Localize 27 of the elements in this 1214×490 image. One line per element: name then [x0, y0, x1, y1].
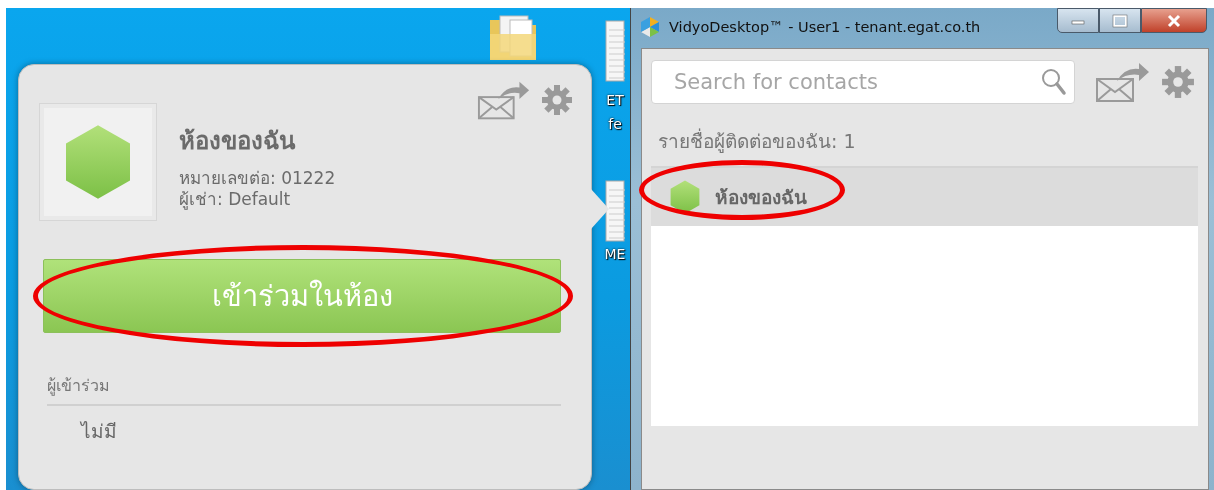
contacts-heading: รายชื่อผู้ติดต่อของฉัน: 1 — [658, 127, 857, 155]
extension-text: หมายเลขต่อ: 01222 — [179, 168, 336, 189]
search-field[interactable]: Search for contacts — [651, 60, 1075, 104]
contact-name: ห้องของฉัน — [715, 185, 807, 210]
document-icon[interactable] — [605, 20, 625, 82]
file-label: ET — [606, 91, 624, 110]
search-icon[interactable] — [1041, 68, 1067, 96]
settings-icon[interactable] — [1161, 65, 1195, 99]
participants-heading: ผู้เข้าร่วม — [47, 373, 561, 406]
email-invite-icon[interactable] — [477, 79, 531, 121]
settings-icon[interactable] — [541, 84, 573, 116]
contact-item[interactable]: ห้องของฉัน — [651, 168, 1198, 226]
file-label: ME — [604, 245, 626, 264]
document-icon[interactable] — [605, 180, 625, 242]
tenant-text: ผู้เช่า: Default — [179, 189, 292, 210]
file-label: fe — [608, 115, 622, 134]
maximize-icon — [1112, 13, 1128, 28]
maximize-button[interactable] — [1099, 8, 1141, 33]
window-title: VidyoDesktop™ - User1 - tenant.egat.co.th — [669, 19, 981, 35]
participants-empty-text: ไม่มี — [81, 419, 118, 444]
minimize-button[interactable] — [1057, 8, 1099, 33]
room-name: ห้องของฉัน — [179, 126, 297, 157]
folder-icon[interactable] — [488, 14, 538, 62]
app-logo-icon — [639, 16, 661, 38]
close-button[interactable] — [1141, 8, 1207, 33]
close-icon — [1166, 13, 1182, 28]
email-invite-icon[interactable] — [1095, 61, 1151, 103]
